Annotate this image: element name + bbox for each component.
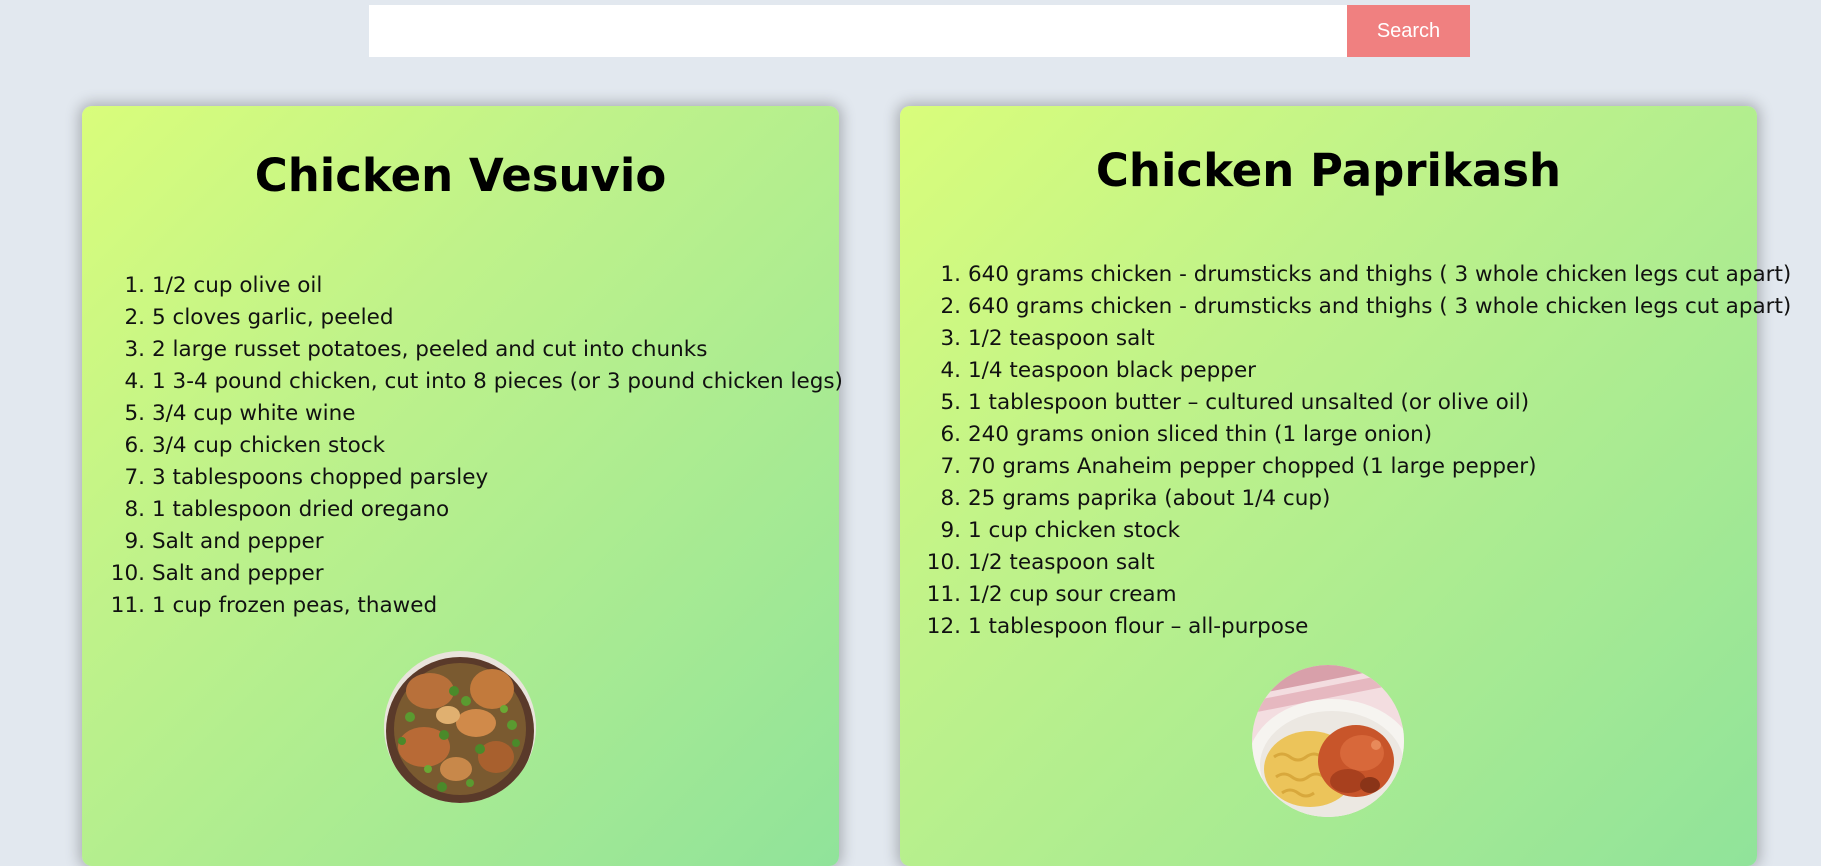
ingredient-item: 11. 1/2 cup sour cream (926, 582, 1177, 607)
search-input[interactable] (369, 5, 1347, 57)
recipe-card-chicken-paprikash: Chicken Paprikash 1. 640 grams chicken - … (900, 106, 1791, 866)
ingredient-item: 5. 1 tablespoon butter – cultured unsalte… (940, 390, 1530, 415)
chicken-paprikash-photo (1252, 665, 1404, 817)
ingredient-item: 7. 3 tablespoons chopped parsley (124, 465, 489, 490)
search-bar: Search (369, 5, 1470, 57)
ingredient-item: 4. 1 3-4 pound chicken, cut into 8 pieces… (124, 369, 843, 394)
ingredient-item: 10. 1/2 teaspoon salt (926, 550, 1155, 575)
ingredient-item: 1. 1/2 cup olive oil (124, 273, 323, 298)
ingredient-item: 7. 70 grams Anaheim pepper chopped (1 lar… (940, 454, 1537, 479)
ingredient-item: 9. Salt and pepper (124, 529, 324, 554)
ingredient-list: 1. 1/2 cup olive oil 2. 5 cloves garlic, p… (97, 270, 843, 622)
chicken-vesuvio-photo (384, 651, 536, 803)
ingredient-item: 12. 1 tablespoon flour – all-purpose (926, 614, 1309, 639)
ingredient-item: 6. 3/4 cup chicken stock (124, 433, 386, 458)
ingredient-item: 2. 640 grams chicken - drumsticks and thi… (940, 294, 1792, 319)
ingredient-item: 1. 640 grams chicken - drumsticks and thi… (940, 262, 1792, 287)
recipe-title: Chicken Vesuvio (254, 149, 667, 202)
ingredient-list: 1. 640 grams chicken - drumsticks and thi… (913, 259, 1792, 643)
ingredient-item: 3. 1/2 teaspoon salt (940, 326, 1155, 351)
ingredient-item: 9. 1 cup chicken stock (940, 518, 1181, 543)
ingredient-item: 8. 25 grams paprika (about 1/4 cup) (940, 486, 1331, 511)
recipe-card-chicken-vesuvio: Chicken Vesuvio 1. 1/2 cup olive oil 2. 5 … (82, 106, 843, 866)
ingredient-item: 10. Salt and pepper (110, 561, 324, 586)
ingredient-item: 5. 3/4 cup white wine (124, 401, 356, 426)
ingredient-item: 2. 5 cloves garlic, peeled (124, 305, 394, 330)
search-button[interactable]: Search (1347, 5, 1470, 57)
recipe-title: Chicken Paprikash (1095, 144, 1562, 197)
ingredient-item: 6. 240 grams onion sliced thin (1 large o… (940, 422, 1433, 447)
ingredient-item: 3. 2 large russet potatoes, peeled and cu… (124, 337, 708, 362)
ingredient-item: 4. 1/4 teaspoon black pepper (940, 358, 1257, 383)
ingredient-item: 11. 1 cup frozen peas, thawed (110, 593, 438, 618)
ingredient-item: 8. 1 tablespoon dried oregano (124, 497, 450, 522)
